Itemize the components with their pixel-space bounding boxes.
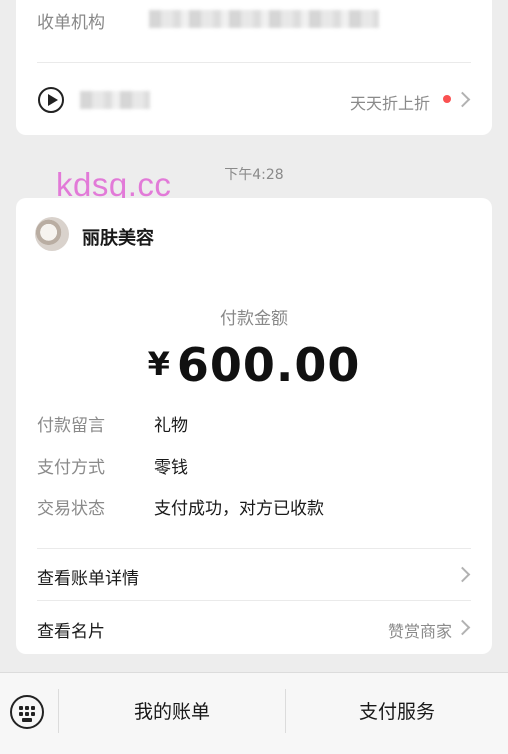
merchant-name[interactable]: 丽肤美容 bbox=[82, 224, 154, 250]
notification-dot bbox=[443, 95, 451, 103]
tip-merchant-label: 赞赏商家 bbox=[387, 622, 452, 641]
payment-services-button[interactable]: 支付服务 bbox=[286, 697, 508, 724]
payment-card: 丽肤美容 付款金额 ¥600.00 付款留言 礼物 支付方式 零钱 交易状态 支… bbox=[16, 198, 492, 654]
view-bill-details-label: 查看账单详情 bbox=[37, 569, 139, 589]
redacted-promo-name bbox=[80, 91, 150, 109]
payment-method-label: 支付方式 bbox=[37, 458, 105, 478]
merchant-info-card: 收单机构 天天折上折 bbox=[16, 0, 492, 135]
amount-value: 600.00 bbox=[176, 338, 361, 392]
org-label: 收单机构 bbox=[37, 13, 105, 33]
message-value: 礼物 bbox=[154, 416, 188, 436]
play-icon bbox=[38, 87, 64, 113]
status-label: 交易状态 bbox=[37, 499, 105, 519]
my-bills-button[interactable]: 我的账单 bbox=[59, 697, 285, 724]
merchant-avatar[interactable] bbox=[35, 217, 69, 251]
keyboard-icon[interactable] bbox=[10, 695, 44, 729]
amount-label: 付款金额 bbox=[220, 309, 288, 329]
payment-method-value: 零钱 bbox=[154, 458, 188, 478]
payment-amount: ¥600.00 bbox=[16, 338, 492, 392]
chevron-right-icon bbox=[454, 566, 471, 583]
view-business-card-row[interactable]: 查看名片 赞赏商家 bbox=[16, 601, 492, 653]
status-value: 支付成功，对方已收款 bbox=[154, 499, 324, 519]
view-business-card-label: 查看名片 bbox=[37, 622, 105, 642]
view-bill-details-row[interactable]: 查看账单详情 bbox=[16, 549, 492, 600]
message-label: 付款留言 bbox=[37, 416, 105, 436]
redacted-org-name bbox=[149, 10, 379, 28]
chevron-right-icon bbox=[454, 91, 471, 108]
chevron-right-icon bbox=[454, 619, 471, 636]
promo-text: 天天折上折 bbox=[349, 94, 430, 113]
promo-row[interactable]: 天天折上折 bbox=[16, 63, 492, 135]
bottom-menu-bar: 我的账单 支付服务 bbox=[0, 672, 508, 754]
currency-symbol: ¥ bbox=[147, 345, 171, 383]
